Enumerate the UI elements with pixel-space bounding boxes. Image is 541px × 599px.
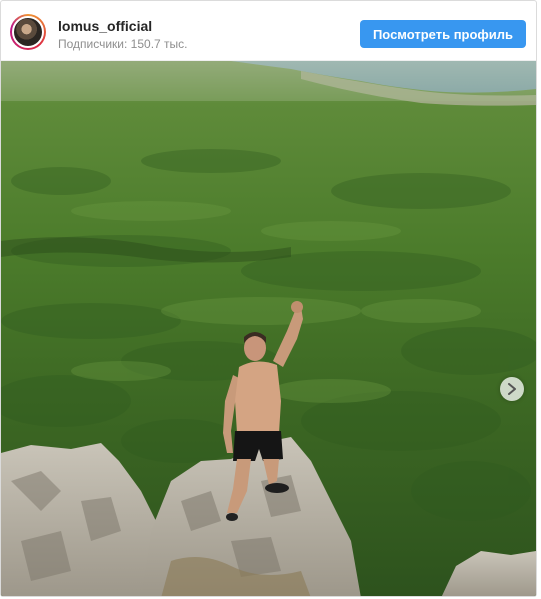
avatar-image <box>12 16 44 48</box>
user-info: lomus_official Подписчики: 150.7 тыс. <box>58 18 188 51</box>
instagram-embed-card: lomus_official Подписчики: 150.7 тыс. По… <box>0 0 537 597</box>
chevron-right-icon <box>508 383 516 395</box>
username-link[interactable]: lomus_official <box>58 18 188 34</box>
next-photo-button[interactable] <box>500 377 524 401</box>
followers-count: Подписчики: 150.7 тыс. <box>58 37 188 51</box>
landscape-illustration <box>1 61 536 596</box>
view-profile-button[interactable]: Посмотреть профиль <box>360 20 526 48</box>
profile-avatar[interactable] <box>10 14 46 50</box>
post-header: lomus_official Подписчики: 150.7 тыс. По… <box>1 1 536 61</box>
post-photo[interactable] <box>1 61 536 596</box>
